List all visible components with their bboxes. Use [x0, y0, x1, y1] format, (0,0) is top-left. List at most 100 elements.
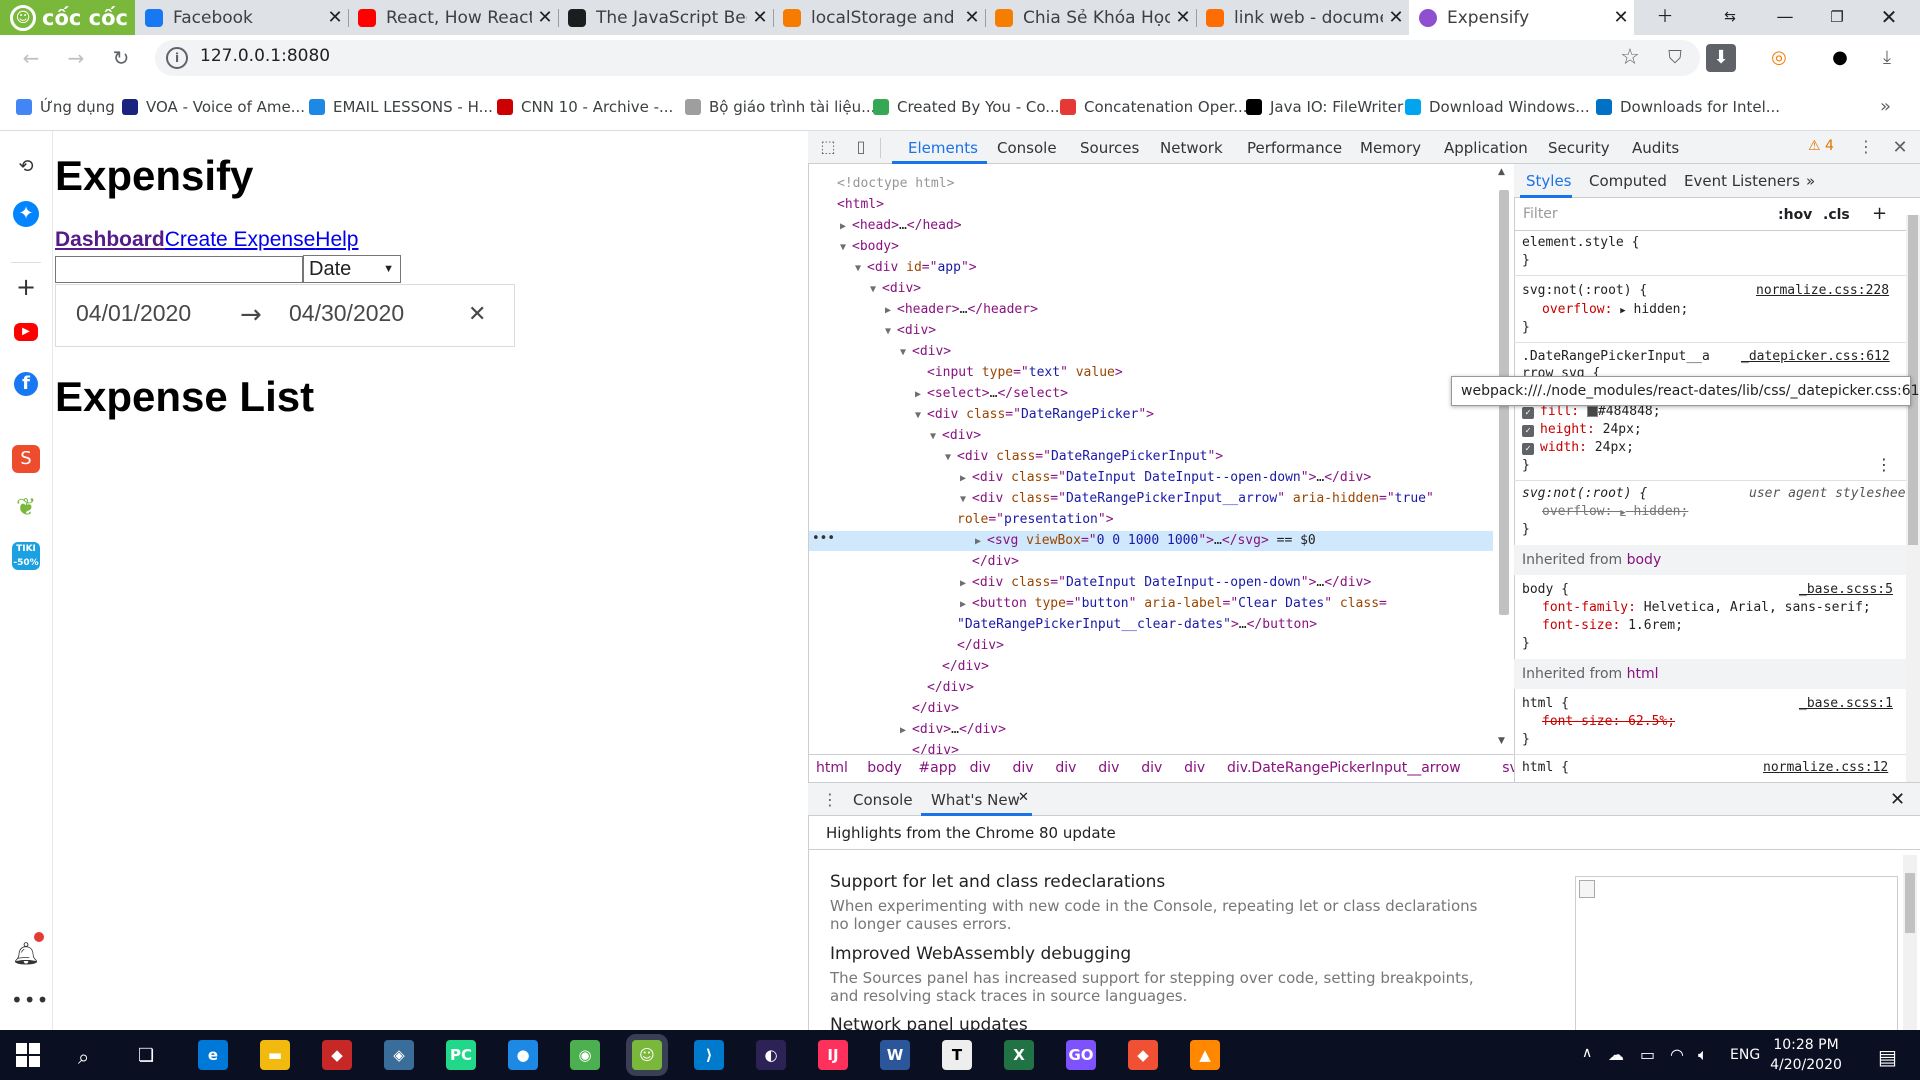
- shield-icon[interactable]: ⛉: [1660, 44, 1690, 72]
- color-swatch[interactable]: [1586, 406, 1598, 417]
- close-tab-icon[interactable]: ✕: [1018, 790, 1029, 805]
- dom-node-line[interactable]: </div>: [809, 741, 959, 754]
- dom-node-line[interactable]: role="presentation">: [809, 510, 1114, 530]
- typora-icon[interactable]: T: [942, 1040, 972, 1070]
- close-tab-icon[interactable]: ✕: [1608, 7, 1634, 28]
- discount-icon[interactable]: TIKI -50%: [12, 542, 40, 570]
- expand-triangle-icon[interactable]: ▶: [960, 574, 972, 594]
- html-font-size-declaration[interactable]: font-size: 62.5%;: [1542, 714, 1675, 729]
- devtools-tab-security[interactable]: Security: [1548, 139, 1610, 157]
- bookmark-9[interactable]: Downloads for Intel...: [1596, 98, 1780, 116]
- volume-icon[interactable]: 🔈︎: [1698, 1045, 1708, 1065]
- tab-0[interactable]: Facebook ✕: [135, 0, 348, 35]
- dom-node-line[interactable]: </div>: [809, 657, 989, 677]
- ua-svg-rule-selector[interactable]: svg:not(:root) {: [1522, 486, 1647, 501]
- inspect-element-icon[interactable]: ⬚: [816, 137, 840, 156]
- task-view-icon[interactable]: ❏: [138, 1045, 154, 1066]
- clear-dates-button[interactable]: ✕: [468, 302, 486, 327]
- show-hidden-icons[interactable]: ∧: [1582, 1045, 1592, 1061]
- word-icon[interactable]: W: [880, 1040, 910, 1070]
- tab-4[interactable]: Chia Sẻ Khóa Học ✕: [985, 0, 1196, 35]
- reload-icon[interactable]: ↻: [106, 43, 136, 73]
- close-tab-icon[interactable]: ✕: [322, 7, 348, 28]
- git-icon[interactable]: ◆: [1128, 1040, 1158, 1070]
- drawer-menu-icon[interactable]: ⋮: [822, 790, 838, 809]
- dom-node-line[interactable]: ▼ <div class="DateRangePicker">: [809, 405, 1154, 425]
- excel-icon[interactable]: X: [1004, 1040, 1034, 1070]
- file-explorer-icon[interactable]: ▬: [260, 1040, 290, 1070]
- input-language[interactable]: ENG: [1730, 1047, 1760, 1063]
- font-size-declaration[interactable]: font-size: 1.6rem;: [1542, 618, 1683, 633]
- base-scss-5-link[interactable]: _base.scss:5: [1799, 582, 1893, 597]
- new-style-rule-button[interactable]: +: [1872, 203, 1887, 224]
- font-family-declaration[interactable]: font-family: Helvetica, Arial, sans-seri…: [1542, 600, 1871, 615]
- onedrive-icon[interactable]: ☁: [1608, 1045, 1624, 1064]
- back-icon[interactable]: ←: [16, 43, 46, 73]
- sort-by-select[interactable]: Date ▼: [303, 255, 401, 283]
- dom-node-line[interactable]: </div>: [809, 699, 959, 719]
- dom-node-line[interactable]: ▼ <div>: [809, 279, 921, 299]
- pycharm-icon[interactable]: PC: [446, 1040, 476, 1070]
- dom-node-line[interactable]: ▶ <div class="DateInput DateInput--open-d…: [809, 468, 1371, 488]
- dom-node-line[interactable]: ▼ <div>: [809, 321, 936, 341]
- forward-icon[interactable]: →: [61, 43, 91, 73]
- search-icon[interactable]: ⌕: [78, 1045, 89, 1069]
- dom-node-line[interactable]: ▶ <div class="DateInput DateInput--open-d…: [809, 573, 1371, 593]
- dom-node-line[interactable]: ▶ <select>…</select>: [809, 384, 1068, 404]
- dom-node-line[interactable]: ▶ <button type="button" aria-label="Clear…: [809, 594, 1387, 614]
- collapse-triangle-icon[interactable]: ▼: [840, 238, 852, 258]
- youtube-sidebar-icon[interactable]: ▶: [14, 323, 38, 341]
- dom-node-line[interactable]: </div>: [809, 678, 974, 698]
- tab-3[interactable]: localStorage and s ✕: [773, 0, 985, 35]
- dom-node-line[interactable]: <!doctype html>: [809, 174, 954, 194]
- close-devtools-icon[interactable]: ✕: [1888, 137, 1912, 158]
- fill-declaration[interactable]: ✓ fill: #484848;: [1522, 404, 1661, 419]
- devtools-tab-network[interactable]: Network: [1160, 139, 1223, 157]
- dom-node-line[interactable]: ▼ <div id="app">: [809, 258, 977, 278]
- svg-rule-selector[interactable]: svg:not(:root) {: [1522, 283, 1647, 298]
- hover-state-toggle[interactable]: :hov: [1778, 207, 1812, 223]
- dom-node-line[interactable]: "DateRangePickerInput__clear-dates">…</b…: [809, 615, 1317, 635]
- vscode-icon[interactable]: ⟩: [694, 1040, 724, 1070]
- tab-styles[interactable]: Styles: [1526, 172, 1572, 190]
- intellij-icon[interactable]: IJ: [818, 1040, 848, 1070]
- wifi-icon[interactable]: ◠: [1670, 1045, 1684, 1064]
- datepicker-css-link[interactable]: _datepicker.css:612: [1741, 349, 1890, 364]
- windows-start-icon[interactable]: [16, 1043, 40, 1067]
- expand-triangle-icon[interactable]: ▶: [840, 217, 852, 237]
- body-rule-selector[interactable]: body {: [1522, 582, 1569, 597]
- breadcrumb-item[interactable]: body: [867, 760, 902, 776]
- class-toggle[interactable]: .cls: [1823, 207, 1850, 223]
- html-rule-selector[interactable]: html {: [1522, 696, 1569, 711]
- styles-filter-input[interactable]: Filter: [1523, 206, 1763, 226]
- html-rule2-selector[interactable]: html {: [1522, 760, 1569, 775]
- close-drawer-icon[interactable]: ✕: [1890, 789, 1905, 810]
- dom-node-line[interactable]: </div>: [809, 552, 1019, 572]
- system-clock[interactable]: 10:28 PM 4/20/2020: [1766, 1035, 1846, 1075]
- tab-1[interactable]: React, How ReactD✕: [348, 0, 558, 35]
- breadcrumb-item[interactable]: div.DateRangePickerInput__arrow: [1227, 760, 1461, 776]
- collapse-triangle-icon[interactable]: ▼: [885, 322, 897, 342]
- nav-dashboard-link[interactable]: Dashboard: [55, 228, 165, 251]
- whats-new-item-title[interactable]: Support for let and class redeclarations: [830, 872, 1165, 892]
- bookmarks-more-button[interactable]: »: [1880, 96, 1891, 117]
- text-filter-input[interactable]: [55, 256, 303, 283]
- address-bar[interactable]: [155, 40, 1700, 76]
- breadcrumb-item[interactable]: div: [1098, 760, 1119, 776]
- collapse-triangle-icon[interactable]: ▼: [945, 448, 957, 468]
- expand-triangle-icon[interactable]: ▶: [960, 595, 972, 615]
- tab-5[interactable]: link web - docume ✕: [1196, 0, 1409, 35]
- messenger-icon[interactable]: ✦: [13, 201, 39, 227]
- expand-triangle-icon[interactable]: ▶: [960, 469, 972, 489]
- whats-new-item-title[interactable]: Improved WebAssembly debugging: [830, 944, 1131, 964]
- close-tab-icon[interactable]: ✕: [959, 7, 985, 28]
- normalize-228-link[interactable]: normalize.css:228: [1756, 283, 1889, 298]
- close-tab-icon[interactable]: ✕: [747, 7, 773, 28]
- eclipse-icon[interactable]: ◐: [756, 1040, 786, 1070]
- dom-node-line[interactable]: ▶ <head>…</head>: [809, 216, 962, 236]
- dom-node-line[interactable]: <input type="text" value>: [809, 363, 1123, 383]
- history-icon[interactable]: ⟲: [11, 152, 41, 182]
- nav-help-link[interactable]: Help: [315, 228, 358, 251]
- url-text[interactable]: 127.0.0.1:8080: [200, 46, 330, 66]
- dom-node-line[interactable]: ▼ <div>: [809, 426, 981, 446]
